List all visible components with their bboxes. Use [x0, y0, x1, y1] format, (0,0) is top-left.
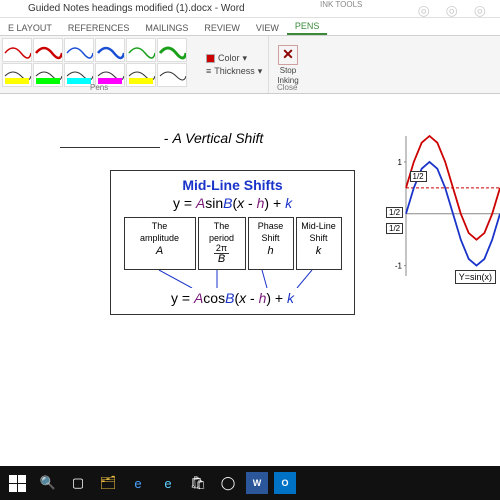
pen-options: Color ▾ ≡Thickness ▾ [200, 36, 269, 93]
chart-annotation: 1/2 [386, 223, 403, 234]
ie-icon[interactable]: e [156, 471, 180, 495]
color-dropdown[interactable]: Color ▾ [206, 53, 262, 64]
ribbon: Color ▾ ≡Thickness ▾ ✕ Stop Inking Pens … [0, 36, 500, 94]
midline-box: Mid-Line Shifts y = AsinB(x - h) + k The… [110, 170, 355, 315]
definition-cell: Mid-LineShiftk [296, 217, 342, 270]
page: - A Vertical Shift Mid-Line Shifts y = A… [0, 130, 500, 404]
svg-text:1: 1 [398, 158, 403, 167]
chart-annotation: 1/2 [386, 207, 403, 218]
stop-label-1: Stop [280, 66, 296, 75]
legend-label: Y=sin(x) [455, 270, 496, 284]
color-label: Color [218, 53, 240, 63]
box-title: Mid-Line Shifts [117, 177, 348, 193]
group-close-label: Close [277, 83, 297, 92]
ribbon-tabs: E LAYOUT REFERENCES MAILINGS REVIEW VIEW… [0, 18, 500, 36]
heading-text: A Vertical Shift [172, 130, 263, 146]
document-area[interactable]: - A Vertical Shift Mid-Line Shifts y = A… [0, 94, 500, 404]
window-title: Guided Notes headings modified (1).docx … [0, 0, 500, 18]
thickness-dropdown[interactable]: ≡Thickness ▾ [206, 66, 262, 77]
start-button[interactable] [4, 470, 30, 496]
definition-cell: Theperiod2πB [198, 217, 246, 270]
thickness-icon: ≡ [206, 66, 211, 76]
pen-swatch[interactable] [64, 38, 94, 62]
pen-swatch[interactable] [126, 38, 156, 62]
store-icon[interactable]: 🛍 [186, 471, 210, 495]
color-swatch-icon [206, 54, 215, 63]
search-icon[interactable]: 🔍 [36, 471, 60, 495]
tab-mailings[interactable]: MAILINGS [137, 21, 196, 35]
group-pens-label: Pens [90, 83, 108, 92]
title-text: Guided Notes headings modified (1).docx … [28, 3, 245, 14]
chrome-icon[interactable]: ◯ [216, 471, 240, 495]
tab-view[interactable]: VIEW [248, 21, 287, 35]
pen-swatch[interactable] [126, 63, 156, 87]
taskbar: 🔍 ▢ 🗂 e e 🛍 ◯ W O [0, 466, 500, 500]
pen-swatch[interactable] [157, 38, 187, 62]
chart-annotation: 1/2 [410, 171, 427, 182]
tab-pens[interactable]: PENS [287, 19, 328, 35]
word-icon[interactable]: W [246, 472, 268, 494]
pen-swatch[interactable] [157, 63, 187, 87]
pen-swatch[interactable] [2, 38, 32, 62]
pen-swatch[interactable] [33, 38, 63, 62]
pen-gallery[interactable] [0, 36, 200, 90]
tab-review[interactable]: REVIEW [196, 21, 248, 35]
deco-circles: ◎ ◎ ◎ [418, 2, 492, 19]
thickness-label: Thickness [214, 66, 255, 76]
task-view-icon[interactable]: ▢ [66, 471, 90, 495]
edge-icon[interactable]: e [126, 471, 150, 495]
definition-cell: PhaseShifth [248, 217, 294, 270]
tab-references[interactable]: REFERENCES [60, 21, 138, 35]
pen-swatch[interactable] [33, 63, 63, 87]
definitions-row: TheamplitudeATheperiod2πBPhaseShifthMid-… [117, 217, 348, 270]
close-icon: ✕ [278, 45, 298, 65]
outlook-icon[interactable]: O [274, 472, 296, 494]
definition-cell: TheamplitudeA [124, 217, 196, 270]
pen-swatch[interactable] [2, 63, 32, 87]
tab-layout[interactable]: E LAYOUT [0, 21, 60, 35]
file-explorer-icon[interactable]: 🗂 [96, 471, 120, 495]
svg-text:-1: -1 [395, 262, 403, 271]
cos-formula: y = AcosB(x - h) + k [117, 290, 348, 306]
blank-line [60, 134, 160, 148]
connector-arrows [117, 270, 348, 288]
ink-tools-label: INK TOOLS [320, 0, 362, 9]
pen-swatch[interactable] [95, 38, 125, 62]
sin-formula: y = AsinB(x - h) + k [117, 195, 348, 211]
